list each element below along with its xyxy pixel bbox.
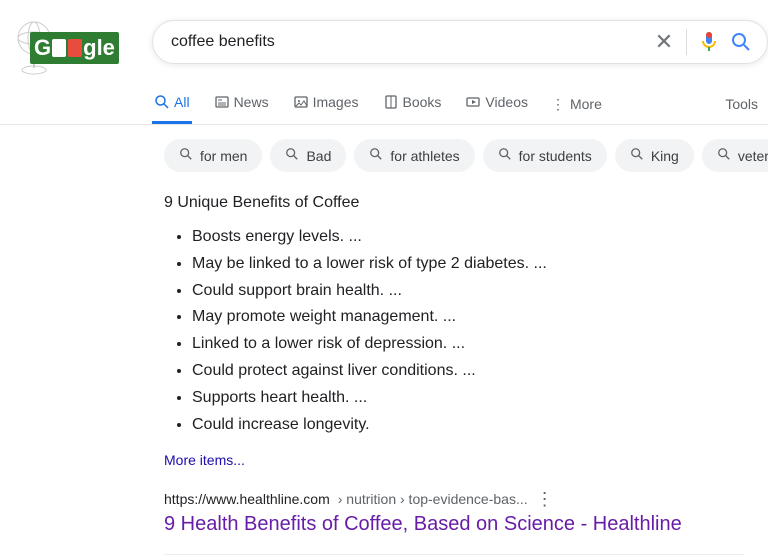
chip-king[interactable]: King (615, 139, 694, 172)
more-items-link[interactable]: More items... (164, 452, 245, 468)
mic-icon[interactable] (697, 30, 721, 54)
snippet-item: Boosts energy levels. ... (192, 224, 768, 251)
tab-all[interactable]: All (152, 84, 192, 124)
related-chips: for men Bad for athletes for students King ve… (164, 139, 768, 172)
search-icon (179, 147, 193, 164)
chip-label: King (651, 148, 679, 164)
tab-label: Videos (485, 94, 528, 110)
chip-label: for athletes (390, 148, 459, 164)
books-icon (383, 94, 399, 110)
header: Ggle ✕ All News Imag (0, 0, 768, 125)
clear-icon[interactable]: ✕ (652, 30, 676, 54)
tab-label: News (234, 94, 269, 110)
more-dots-icon: ⋮ (550, 96, 566, 112)
chip-label: for men (200, 148, 247, 164)
chip-label: Bad (306, 148, 331, 164)
tab-label: More (570, 96, 602, 112)
featured-snippet-heading: 9 Unique Benefits of Coffee (164, 194, 768, 212)
tab-tools[interactable]: Tools (725, 86, 758, 123)
result-title[interactable]: 9 Health Benefits of Coffee, Based on Sc… (164, 513, 768, 536)
search-icon (717, 147, 731, 164)
chip-for-men[interactable]: for men (164, 139, 262, 172)
images-icon (293, 94, 309, 110)
videos-icon (465, 94, 481, 110)
search-column: ✕ All News Images B (152, 20, 768, 124)
search-bar[interactable]: ✕ (152, 20, 768, 64)
search-icon (498, 147, 512, 164)
tab-images[interactable]: Images (291, 84, 361, 124)
snippet-item: May be linked to a lower risk of type 2 … (192, 251, 768, 278)
tabs: All News Images Books Videos ⋮ More (152, 84, 768, 124)
snippet-item: Supports heart health. ... (192, 385, 768, 412)
tab-label: All (174, 94, 190, 110)
divider (686, 29, 687, 55)
tab-news[interactable]: News (212, 84, 271, 124)
snippet-item: Could support brain health. ... (192, 278, 768, 305)
search-icon (154, 94, 170, 110)
chip-for-athletes[interactable]: for athletes (354, 139, 474, 172)
search-icon (285, 147, 299, 164)
chip-veterans[interactable]: veterans (702, 139, 768, 172)
chip-bad[interactable]: Bad (270, 139, 346, 172)
search-icon (369, 147, 383, 164)
result-url: https://www.healthline.com › nutrition ›… (164, 490, 768, 508)
search-input[interactable] (171, 33, 652, 51)
chip-for-students[interactable]: for students (483, 139, 607, 172)
search-icon (630, 147, 644, 164)
google-logo[interactable]: Ggle (12, 20, 122, 76)
tab-label: Books (403, 94, 442, 110)
result-path: › nutrition › top-evidence-bas... (338, 491, 528, 507)
tab-label: Images (313, 94, 359, 110)
featured-snippet-list: Boosts energy levels. ...May be linked t… (164, 224, 768, 438)
result-menu-icon[interactable]: ⋮ (536, 490, 554, 508)
tab-videos[interactable]: Videos (463, 84, 530, 124)
tab-books[interactable]: Books (381, 84, 444, 124)
news-icon (214, 94, 230, 110)
snippet-item: May promote weight management. ... (192, 304, 768, 331)
content: for men Bad for athletes for students King ve… (164, 125, 768, 555)
search-icon[interactable] (729, 30, 753, 54)
chip-label: veterans (738, 148, 768, 164)
snippet-item: Could protect against liver conditions. … (192, 358, 768, 385)
snippet-item: Linked to a lower risk of depression. ..… (192, 331, 768, 358)
snippet-item: Could increase longevity. (192, 412, 768, 439)
chip-label: for students (519, 148, 592, 164)
tab-more[interactable]: ⋮ More (550, 96, 602, 112)
result-domain[interactable]: https://www.healthline.com (164, 491, 330, 507)
